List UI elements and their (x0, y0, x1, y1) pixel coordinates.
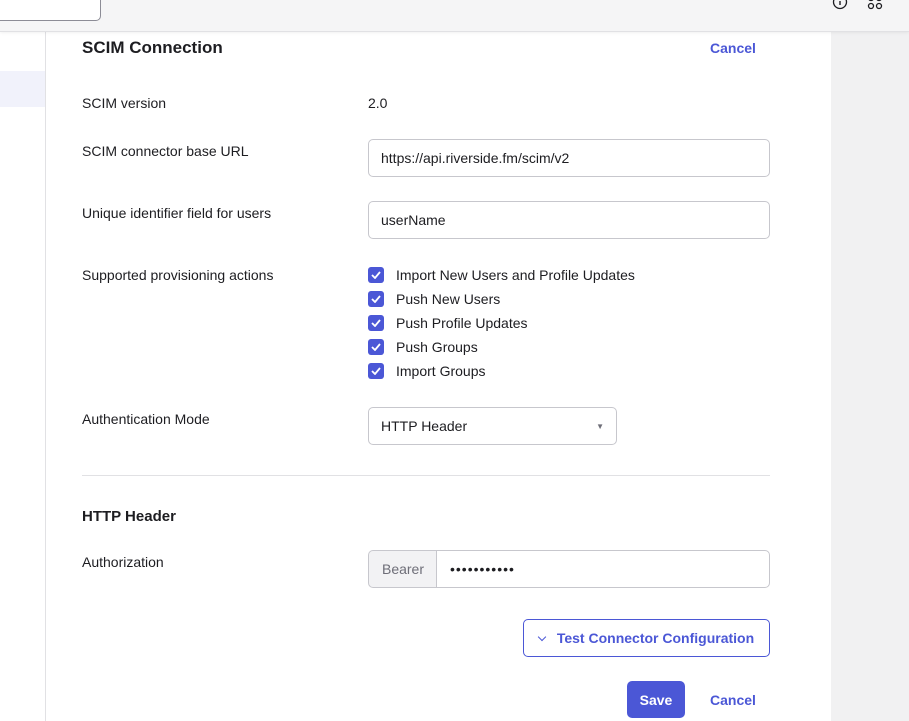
checkbox-checked-icon[interactable] (368, 339, 384, 355)
auth-mode-value: HTTP Header (381, 418, 468, 434)
section-title: SCIM Connection (82, 38, 223, 57)
cancel-link-top[interactable]: Cancel (710, 40, 756, 56)
help-circle-icon[interactable] (832, 0, 848, 10)
checkbox-checked-icon[interactable] (368, 267, 384, 283)
auth-mode-label: Authentication Mode (82, 411, 210, 427)
right-gutter (831, 32, 909, 721)
checkbox-label: Import New Users and Profile Updates (396, 267, 635, 283)
checkbox-label: Import Groups (396, 363, 486, 379)
base-url-label: SCIM connector base URL (82, 143, 249, 159)
base-url-input[interactable]: https://api.riverside.fm/scim/v2 (368, 139, 770, 177)
checkbox-label: Push New Users (396, 291, 501, 307)
authorization-label: Authorization (82, 554, 164, 570)
checkbox-push-new-users[interactable]: Push New Users (368, 289, 500, 309)
sidebar-item-active[interactable] (0, 71, 45, 107)
caret-down-icon: ▼ (596, 421, 604, 431)
auth-mode-select[interactable]: HTTP Header ▼ (368, 407, 617, 445)
checkbox-import-groups[interactable]: Import Groups (368, 361, 485, 381)
checkbox-label: Push Groups (396, 339, 478, 355)
http-header-title: HTTP Header (82, 508, 176, 525)
checkbox-checked-icon[interactable] (368, 291, 384, 307)
scim-version-value: 2.0 (368, 95, 388, 111)
checkbox-push-profile-updates[interactable]: Push Profile Updates (368, 313, 528, 333)
checkbox-checked-icon[interactable] (368, 315, 384, 331)
unique-id-input[interactable]: userName (368, 201, 770, 239)
bearer-prefix: Bearer (368, 550, 437, 588)
section-divider (82, 475, 770, 476)
save-button[interactable]: Save (627, 681, 685, 718)
checkbox-import-users[interactable]: Import New Users and Profile Updates (368, 265, 635, 285)
search-input[interactable] (0, 0, 101, 21)
test-connector-button[interactable]: Test Connector Configuration (523, 619, 770, 657)
checkbox-label: Push Profile Updates (396, 315, 528, 331)
provisioning-label: Supported provisioning actions (82, 267, 274, 283)
cancel-button[interactable]: Cancel (710, 692, 756, 708)
checkbox-push-groups[interactable]: Push Groups (368, 337, 478, 357)
left-sidebar (0, 32, 46, 721)
authorization-input[interactable]: ••••••••••• (436, 550, 770, 588)
chevron-down-icon (537, 632, 547, 641)
apps-grid-icon[interactable] (867, 0, 883, 10)
checkbox-checked-icon[interactable] (368, 363, 384, 379)
top-bar (0, 0, 909, 32)
scim-version-label: SCIM version (82, 95, 167, 111)
unique-id-label: Unique identifier field for users (82, 205, 272, 221)
test-connector-label: Test Connector Configuration (556, 630, 755, 646)
